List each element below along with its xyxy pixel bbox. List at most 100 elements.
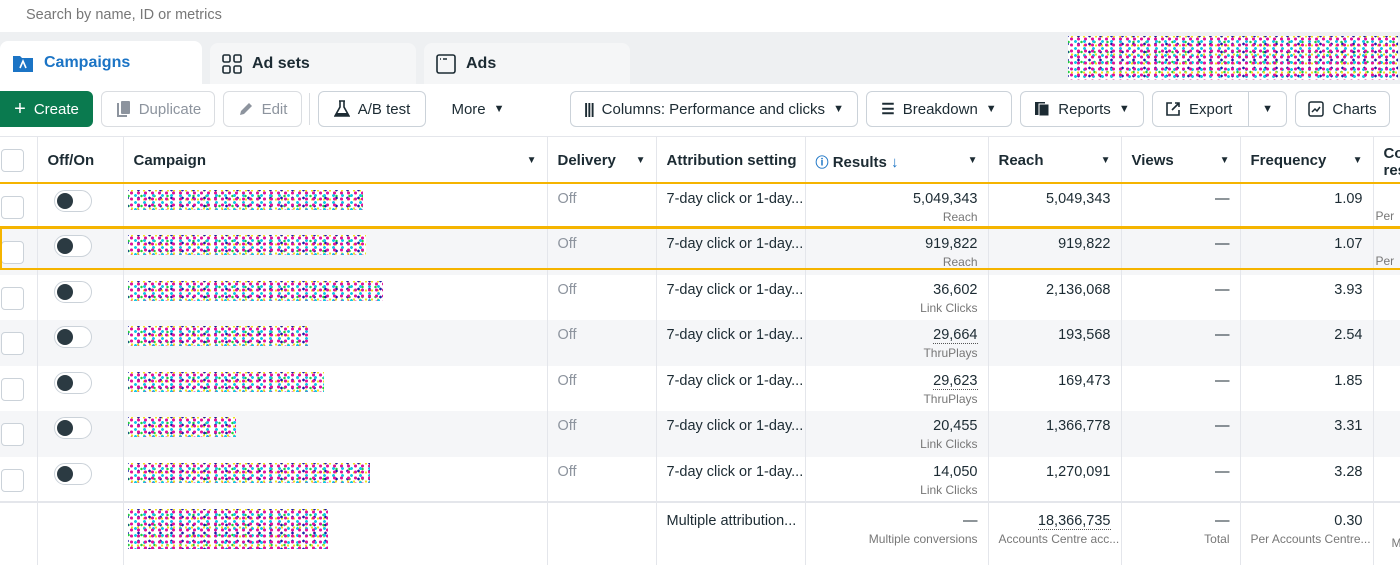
header-views[interactable]: Views ▼ [1121,136,1241,184]
caret-down-icon[interactable]: ▼ [968,155,978,166]
caret-down-icon[interactable]: ▼ [1101,155,1111,166]
tab-ads[interactable]: Ads [424,43,630,84]
table-row[interactable]: Off 7-day click or 1-day... 5,049,343 Rea… [0,183,1400,229]
next-cell [1373,411,1400,457]
search-input[interactable]: Search by name, ID or metrics [0,0,1390,32]
totals-row: Multiple attribution... — Multiple conver… [0,501,1400,565]
campaign-toggle[interactable] [53,190,92,212]
create-button[interactable]: + Create [0,91,93,127]
export-dropdown-caret-icon[interactable]: ▼ [1262,103,1273,115]
next-cell [1373,457,1400,503]
attribution-cell: 7-day click or 1-day... [656,183,806,229]
breakdown-button[interactable]: ☰ Breakdown ▼ [866,91,1012,127]
views-cell: — [1121,456,1241,502]
attribution-cell: 7-day click or 1-day... [656,229,806,275]
export-icon [1166,102,1180,116]
row-checkbox[interactable] [1,332,24,355]
reach-cell: 193,568 [988,320,1122,366]
pencil-icon [239,103,252,115]
ab-test-button[interactable]: A/B test [318,91,426,127]
caret-down-icon: ▼ [493,103,505,115]
info-icon[interactable]: ⓘ [816,155,829,170]
duplicate-button[interactable]: Duplicate [101,91,215,127]
reach-cell: 5,049,343 [988,183,1122,229]
campaign-toggle[interactable] [53,371,92,394]
export-button[interactable]: Export ▼ [1152,91,1287,127]
charts-button[interactable]: Charts [1295,91,1390,127]
redacted-campaign-name[interactable] [127,326,308,346]
caret-down-icon[interactable]: ▼ [1353,155,1363,166]
frequency-cell: 1.07 [1240,229,1374,275]
delivery-cell: Off [547,411,657,457]
delivery-cell: Off [547,456,657,502]
table-row[interactable]: Off 7-day click or 1-day... 29,664 ThruPl… [0,320,1400,366]
table-row[interactable]: Off 7-day click or 1-day... 14,050 Link C… [0,456,1400,503]
row-checkbox[interactable] [1,286,24,310]
grid-icon [222,53,242,74]
results-cell: 5,049,343 Reach [805,183,989,229]
frequency-cell: 1.09 [1240,183,1374,229]
footer-attribution: Multiple attribution... [656,501,806,565]
columns-button[interactable]: ||| Columns: Performance and clicks ▼ [570,91,858,127]
header-frequency[interactable]: Frequency ▼ [1240,136,1374,184]
row-checkbox[interactable] [1,377,24,401]
footer-frequency: 0.30 Per Accounts Centre... [1240,501,1374,565]
views-cell: — [1121,274,1241,320]
views-cell: — [1121,229,1241,275]
frequency-cell: 3.28 [1240,456,1374,502]
reach-cell: 169,473 [988,365,1122,411]
views-cell: — [1121,411,1241,457]
redacted-campaign-name[interactable] [127,371,324,392]
table-row[interactable]: Off 7-day click or 1-day... 29,623 ThruPl… [0,365,1400,411]
views-cell: — [1121,183,1241,229]
caret-down-icon[interactable]: ▼ [636,155,646,166]
header-campaign[interactable]: Campaign ▼ [123,136,548,184]
results-cell: 29,623 ThruPlays [805,365,989,411]
redacted-campaign-name[interactable] [127,190,363,210]
header-attribution[interactable]: Attribution setting [656,136,806,184]
edit-button[interactable]: Edit [223,91,302,127]
campaign-toggle[interactable] [53,417,92,439]
tab-campaigns[interactable]: Campaigns [0,41,202,84]
chart-icon [1308,101,1325,117]
redacted-campaign-name[interactable] [127,417,236,437]
frequency-cell: 3.31 [1240,411,1374,457]
reports-button[interactable]: Reports ▼ [1020,91,1144,127]
table-row[interactable]: Off 7-day click or 1-day... 20,455 Link C… [0,411,1400,457]
campaign-toggle[interactable] [53,462,92,485]
results-cell: 919,822 Reach [805,229,989,275]
table-row[interactable]: Off 7-day click or 1-day... 36,602 Link C… [0,274,1400,320]
tab-bar: Campaigns Ad sets Ads [0,32,1400,84]
views-cell: — [1121,365,1241,411]
redacted-campaign-name[interactable] [127,462,370,483]
results-cell: 20,455 Link Clicks [805,411,989,457]
redacted-campaign-name[interactable] [127,235,366,255]
frequency-cell: 3.93 [1240,274,1374,320]
header-results[interactable]: ⓘ Results ↓ ▼ [805,136,989,184]
caret-down-icon[interactable]: ▼ [527,155,537,166]
select-all-checkbox[interactable] [1,149,24,172]
campaign-toggle[interactable] [53,280,92,303]
header-delivery[interactable]: Delivery ▼ [547,136,657,184]
row-checkbox[interactable] [1,423,24,446]
tab-ad-sets[interactable]: Ad sets [210,43,416,84]
delivery-cell: Off [547,183,657,229]
more-button[interactable]: More ▼ [436,91,520,127]
header-cost-per-result[interactable]: Co res [1373,136,1400,184]
results-cell: 36,602 Link Clicks [805,274,989,320]
footer-results: — Multiple conversions [805,501,989,565]
header-reach[interactable]: Reach ▼ [988,136,1122,184]
row-checkbox[interactable] [1,196,24,219]
table-row[interactable]: Off 7-day click or 1-day... 919,822 Reach… [0,229,1400,275]
row-checkbox[interactable] [1,241,24,264]
redacted-campaign-name[interactable] [127,280,383,301]
reports-icon [1035,102,1050,117]
row-checkbox[interactable] [1,468,24,492]
caret-down-icon[interactable]: ▼ [1220,155,1230,166]
redacted-account-name [1068,36,1398,80]
campaign-toggle[interactable] [53,235,92,257]
caret-down-icon: ▼ [833,103,844,115]
delivery-cell: Off [547,320,657,366]
campaign-toggle[interactable] [53,326,92,348]
next-cell [1373,320,1400,366]
